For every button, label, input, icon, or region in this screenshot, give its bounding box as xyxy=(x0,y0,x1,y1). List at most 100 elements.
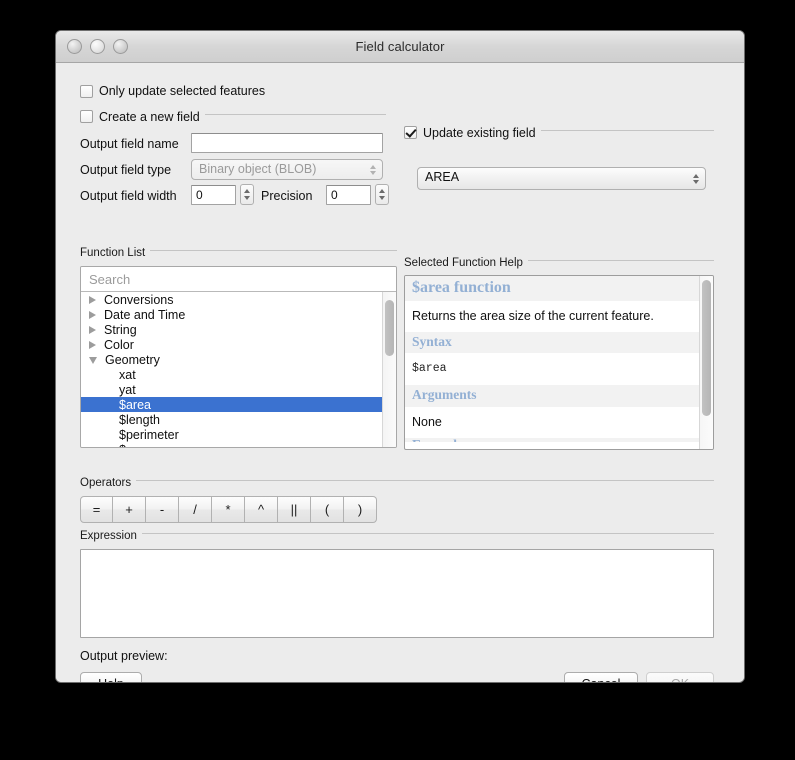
cancel-button[interactable]: Cancel xyxy=(564,672,638,683)
output-field-type-label: Output field type xyxy=(80,163,171,177)
precision-input[interactable] xyxy=(326,185,371,205)
create-new-field-checkbox[interactable] xyxy=(80,110,93,123)
output-field-name-label: Output field name xyxy=(80,137,179,151)
stepper-arrows-icon xyxy=(693,174,699,184)
expression-textarea[interactable] xyxy=(80,549,714,638)
function-row-label: Date and Time xyxy=(104,308,185,322)
help-scroll-thumb[interactable] xyxy=(702,280,711,416)
function-search-input[interactable] xyxy=(87,271,390,288)
function-item-row[interactable]: $x xyxy=(81,442,396,447)
chevron-down-icon[interactable] xyxy=(89,357,97,364)
output-field-type-dropdown[interactable]: Binary object (BLOB) xyxy=(191,159,383,180)
create-new-field-group: Create a new field xyxy=(80,107,386,122)
precision-label: Precision xyxy=(261,189,312,203)
operator-button[interactable]: + xyxy=(113,496,146,523)
expression-title: Expression xyxy=(80,530,142,542)
help-button[interactable]: Help xyxy=(80,672,142,683)
help-arguments-text: None xyxy=(405,407,701,438)
function-item-row[interactable]: xat xyxy=(81,367,396,382)
chevron-right-icon[interactable] xyxy=(89,296,96,304)
function-row-label: xat xyxy=(119,368,136,382)
existing-field-dropdown[interactable]: AREA xyxy=(417,167,706,190)
function-list-title: Function List xyxy=(80,247,150,259)
update-existing-field-group: Update existing field xyxy=(404,123,714,138)
function-tree[interactable]: ConversionsDate and TimeStringColorGeome… xyxy=(81,292,396,447)
only-update-selected-checkbox-row[interactable]: Only update selected features xyxy=(80,84,265,98)
operator-button[interactable]: = xyxy=(80,496,113,523)
function-group-row[interactable]: Geometry xyxy=(81,352,396,367)
function-row-label: $x xyxy=(119,443,132,448)
help-description: Returns the area size of the current fea… xyxy=(405,301,701,332)
create-new-field-group-title: Create a new field xyxy=(80,110,205,124)
output-field-name-input[interactable] xyxy=(191,133,383,153)
operators-group: Operators xyxy=(80,473,714,488)
chevron-right-icon[interactable] xyxy=(89,311,96,319)
update-existing-field-label: Update existing field xyxy=(423,126,536,140)
chevron-right-icon[interactable] xyxy=(89,326,96,334)
function-help-panel: $area function Returns the area size of … xyxy=(404,275,714,450)
stepper-arrows-icon xyxy=(370,165,376,175)
close-button[interactable] xyxy=(67,39,82,54)
function-group-row[interactable]: String xyxy=(81,322,396,337)
help-group-title: Selected Function Help xyxy=(404,257,528,269)
window-title: Field calculator xyxy=(56,39,744,54)
existing-field-value: AREA xyxy=(425,170,459,184)
zoom-button[interactable] xyxy=(113,39,128,54)
output-field-width-stepper[interactable] xyxy=(240,184,254,205)
minimize-button[interactable] xyxy=(90,39,105,54)
function-row-label: String xyxy=(104,323,137,337)
function-group-row[interactable]: Date and Time xyxy=(81,307,396,322)
chevron-right-icon[interactable] xyxy=(89,341,96,349)
expression-group: Expression xyxy=(80,526,714,541)
function-item-row[interactable]: $length xyxy=(81,412,396,427)
title-bar[interactable]: Field calculator xyxy=(56,31,744,63)
operator-button[interactable]: - xyxy=(146,496,179,523)
create-new-field-label: Create a new field xyxy=(99,110,200,124)
operators-title: Operators xyxy=(80,477,136,489)
operator-button[interactable]: ^ xyxy=(245,496,278,523)
function-row-label: $perimeter xyxy=(119,428,179,442)
operator-button[interactable]: || xyxy=(278,496,311,523)
function-list-scrollbar[interactable] xyxy=(382,292,396,448)
only-update-selected-checkbox[interactable] xyxy=(80,85,93,98)
output-field-width-label: Output field width xyxy=(80,189,177,203)
help-arguments-heading: Arguments xyxy=(405,385,701,407)
function-row-label: Color xyxy=(104,338,134,352)
field-calculator-window: Field calculator Only update selected fe… xyxy=(55,30,745,683)
update-existing-field-checkbox[interactable] xyxy=(404,126,417,139)
help-syntax-heading: Syntax xyxy=(405,332,701,354)
dialog-content: Only update selected features Create a n… xyxy=(56,63,744,683)
function-item-row[interactable]: $area xyxy=(81,397,396,412)
function-row-label: Conversions xyxy=(104,293,173,307)
output-field-type-value: Binary object (BLOB) xyxy=(199,162,316,176)
help-scrollbar[interactable] xyxy=(699,276,713,449)
update-existing-field-group-title: Update existing field xyxy=(404,126,541,140)
function-search-row[interactable] xyxy=(81,267,396,292)
function-list-group: Function List xyxy=(80,243,397,258)
operator-button[interactable]: ( xyxy=(311,496,344,523)
ok-button[interactable]: OK xyxy=(646,672,714,683)
function-row-label: $area xyxy=(119,398,151,412)
operator-button[interactable]: ) xyxy=(344,496,377,523)
function-row-label: $length xyxy=(119,413,160,427)
operator-button[interactable]: / xyxy=(179,496,212,523)
help-heading: $area function xyxy=(405,276,701,301)
output-field-width-input[interactable] xyxy=(191,185,236,205)
function-group-row[interactable]: Color xyxy=(81,337,396,352)
function-row-label: yat xyxy=(119,383,136,397)
function-group-row[interactable]: Conversions xyxy=(81,292,396,307)
output-preview-label: Output preview: xyxy=(80,649,168,663)
help-next-heading: Examples xyxy=(405,438,701,442)
precision-stepper[interactable] xyxy=(375,184,389,205)
function-item-row[interactable]: yat xyxy=(81,382,396,397)
operators-row: =+-/*^||() xyxy=(80,496,377,523)
help-group: Selected Function Help xyxy=(404,253,714,268)
function-list-scroll-thumb[interactable] xyxy=(385,300,394,356)
window-controls xyxy=(67,39,128,54)
function-item-row[interactable]: $perimeter xyxy=(81,427,396,442)
function-list-box: ConversionsDate and TimeStringColorGeome… xyxy=(80,266,397,448)
only-update-selected-label: Only update selected features xyxy=(99,84,265,98)
operator-button[interactable]: * xyxy=(212,496,245,523)
function-row-label: Geometry xyxy=(105,353,160,367)
help-syntax-code: $area xyxy=(405,353,701,385)
